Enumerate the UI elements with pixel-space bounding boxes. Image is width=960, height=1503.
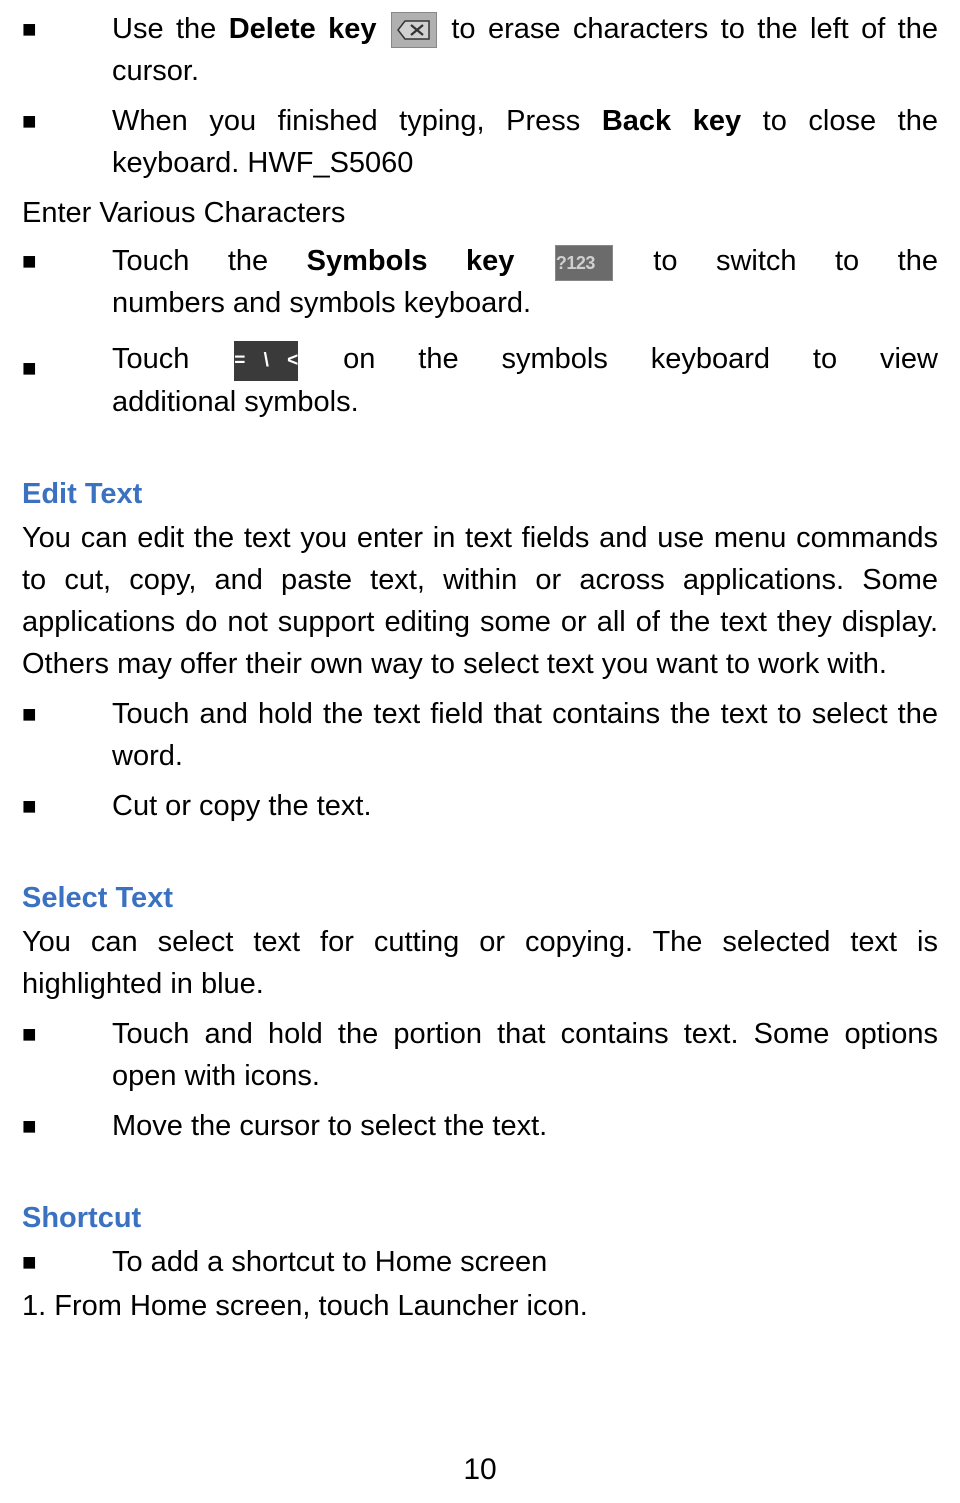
bold-text: Delete key xyxy=(229,13,377,45)
text-fragment: When you finished typing, Press xyxy=(112,105,602,137)
bullet-symbols-key: ■ Touch the Symbols key ?123 to switch t… xyxy=(22,240,938,324)
text-fragment: on the symbols keyboard to view xyxy=(300,343,938,375)
extra-symbols-icon: = \ < xyxy=(234,341,298,381)
bullet-shortcut-1: ■ To add a shortcut to Home screen xyxy=(22,1241,938,1283)
bullet-edit-1: ■ Touch and hold the text field that con… xyxy=(22,693,938,777)
bullet-marker-icon: ■ xyxy=(22,240,112,324)
text-fragment: additional symbols. xyxy=(112,381,938,423)
bullet-text: Cut or copy the text. xyxy=(112,785,938,827)
bullet-marker-icon: ■ xyxy=(22,693,112,777)
bullet-delete-key: ■ Use the Delete key to erase characters… xyxy=(22,8,938,92)
bullet-marker-icon: ■ xyxy=(22,100,112,184)
bullet-marker-icon: ■ xyxy=(22,1013,112,1097)
bold-text: Back key xyxy=(602,105,741,137)
bullet-text: To add a shortcut to Home screen xyxy=(112,1241,938,1283)
bullet-select-2: ■ Move the cursor to select the text. xyxy=(22,1105,938,1147)
subheading-enter-characters: Enter Various Characters xyxy=(22,192,938,234)
bullet-marker-icon: ■ xyxy=(22,1105,112,1147)
bullet-extra-symbols: ■ Touch = \ < on the symbols keyboard to… xyxy=(22,338,938,422)
symbols-key-icon: ?123 xyxy=(555,245,613,281)
bullet-text: Touch and hold the text field that conta… xyxy=(112,693,938,777)
bullet-marker-icon: ■ xyxy=(22,338,112,422)
text-fragment: Touch xyxy=(112,343,232,375)
bullet-text: Move the cursor to select the text. xyxy=(112,1105,938,1147)
bullet-select-1: ■ Touch and hold the portion that contai… xyxy=(22,1013,938,1097)
bullet-text: Touch and hold the portion that contains… xyxy=(112,1013,938,1097)
page-number: 10 xyxy=(0,1448,960,1492)
paragraph-edit-text: You can edit the text you enter in text … xyxy=(22,517,938,685)
bullet-marker-icon: ■ xyxy=(22,8,112,92)
numbered-step-1: 1. From Home screen, touch Launcher icon… xyxy=(22,1285,938,1327)
heading-edit-text: Edit Text xyxy=(22,473,938,515)
bullet-marker-icon: ■ xyxy=(22,785,112,827)
text-fragment: Use the xyxy=(112,13,229,45)
bold-text: Symbols key xyxy=(307,245,515,277)
bullet-marker-icon: ■ xyxy=(22,1241,112,1283)
bullet-back-key: ■ When you finished typing, Press Back k… xyxy=(22,100,938,184)
heading-shortcut: Shortcut xyxy=(22,1197,938,1239)
bullet-edit-2: ■ Cut or copy the text. xyxy=(22,785,938,827)
text-fragment: Touch the xyxy=(112,245,307,277)
text-fragment: numbers and symbols keyboard. xyxy=(112,282,938,324)
delete-key-icon xyxy=(391,12,437,48)
text-fragment: to switch to the xyxy=(615,245,938,277)
paragraph-select-text: You can select text for cutting or copyi… xyxy=(22,921,938,1005)
heading-select-text: Select Text xyxy=(22,877,938,919)
